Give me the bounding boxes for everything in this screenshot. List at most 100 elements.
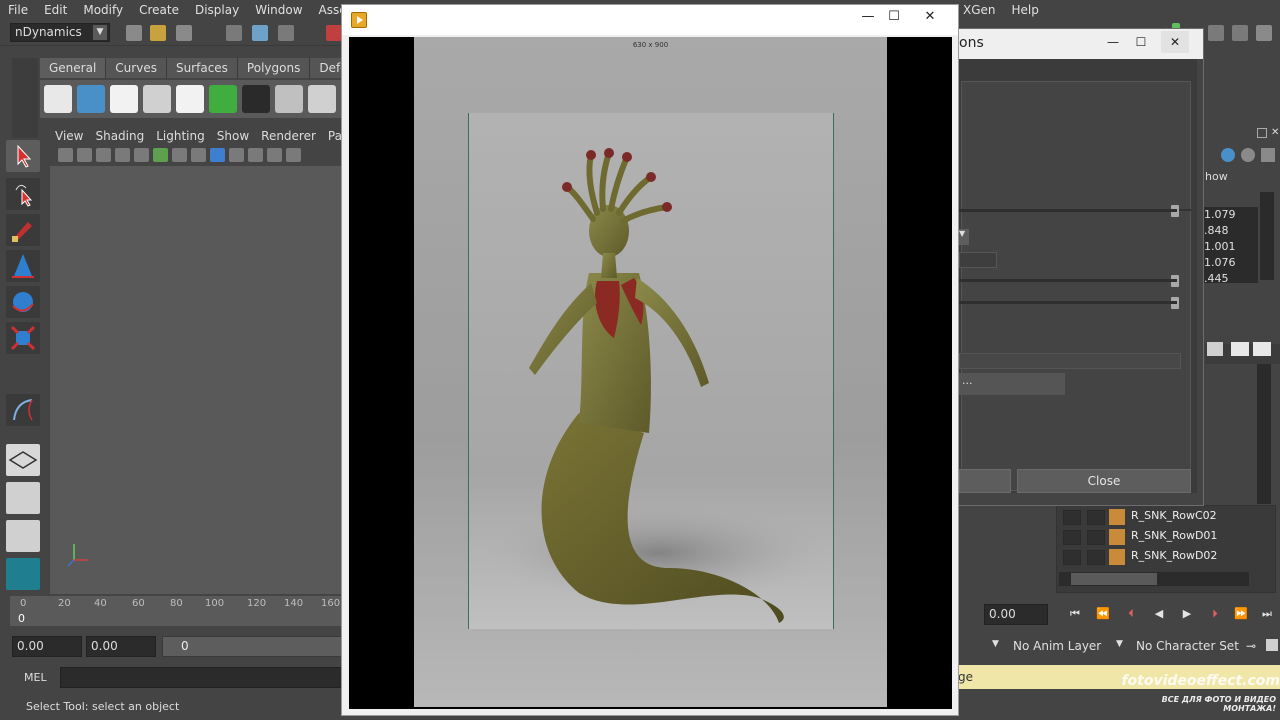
scrollbar-thumb[interactable] <box>1071 573 1157 585</box>
layer-visibility-toggle[interactable] <box>1063 510 1081 525</box>
paint-select-tool-icon[interactable] <box>6 214 40 246</box>
step-forward-key-button[interactable]: ⏩ <box>1232 606 1250 622</box>
character-set-dropdown[interactable]: No Character Set <box>1136 639 1239 653</box>
close-button[interactable]: ✕ <box>914 5 946 29</box>
browse-field[interactable]: ... <box>959 373 1065 395</box>
attr-value[interactable]: 1.001 <box>1200 239 1258 255</box>
preferences-icon[interactable] <box>1266 639 1278 651</box>
snap-grid-icon[interactable] <box>326 25 342 41</box>
image-plane-icon[interactable] <box>115 148 130 162</box>
chevron-down-icon[interactable]: ▼ <box>959 229 969 245</box>
step-back-frame-button[interactable]: ⏴ <box>1122 606 1140 622</box>
menu-create[interactable]: Create <box>131 3 187 17</box>
layer-reference-toggle[interactable] <box>1087 550 1105 565</box>
transform-constraint-icon[interactable] <box>308 85 336 113</box>
maximize-button[interactable]: ☐ <box>878 5 910 29</box>
layer-horizontal-scrollbar[interactable] <box>1059 572 1249 586</box>
list-item[interactable]: R_SNK_RowD02 <box>1061 548 1261 566</box>
shelf-tab-curves[interactable]: Curves <box>106 58 167 78</box>
channel-box-icon[interactable] <box>1256 25 1272 41</box>
render-view-titlebar[interactable]: — ☐ ✕ <box>342 5 958 35</box>
minimize-button[interactable]: — <box>1099 31 1127 53</box>
viewport-menu-shading[interactable]: Shading <box>89 129 150 143</box>
attr-value[interactable]: .848 <box>1200 223 1258 239</box>
select-component-icon[interactable] <box>278 25 294 41</box>
layer-stack-icon[interactable] <box>1207 342 1223 356</box>
ncloth-collider-icon[interactable] <box>77 85 105 113</box>
wireframe-icon[interactable] <box>172 148 187 162</box>
menu-set-dropdown[interactable]: nDynamics ▼ <box>10 23 110 42</box>
shelf-tab-general[interactable]: General <box>40 58 107 78</box>
menu-file[interactable]: File <box>0 3 36 17</box>
play-forwards-button[interactable]: ▶ <box>1178 606 1196 622</box>
select-hierarchy-icon[interactable] <box>226 25 242 41</box>
close-button[interactable]: ✕ <box>1161 31 1189 53</box>
anim-start-field[interactable]: 0.00 <box>86 636 156 657</box>
tool-settings-icon[interactable] <box>1232 25 1248 41</box>
chevron-down-icon[interactable]: ▼ <box>1116 639 1123 649</box>
go-to-end-button[interactable]: ⏭ <box>1258 606 1276 622</box>
layer-visibility-toggle[interactable] <box>1063 550 1081 565</box>
select-object-icon[interactable] <box>252 25 268 41</box>
menu-xgen[interactable]: XGen <box>955 3 1004 17</box>
textured-icon[interactable] <box>210 148 225 162</box>
smooth-shade-icon[interactable] <box>191 148 206 162</box>
shirt-icon[interactable] <box>110 85 138 113</box>
camera-select-icon[interactable] <box>58 148 73 162</box>
curve-tool-icon[interactable] <box>6 394 40 426</box>
attr-value[interactable]: 1.076 <box>1200 255 1258 271</box>
anim-layer-dropdown[interactable]: No Anim Layer <box>1013 639 1101 653</box>
use-lights-icon[interactable] <box>229 148 244 162</box>
options-field[interactable] <box>959 353 1181 369</box>
lasso-tool-icon[interactable] <box>6 178 40 210</box>
step-back-key-button[interactable]: ⏪ <box>1094 606 1112 622</box>
close-panel-icon[interactable]: ✕ <box>1271 128 1280 138</box>
viewport-menu-renderer[interactable]: Renderer <box>255 129 322 143</box>
step-forward-frame-button[interactable]: ⏵ <box>1206 606 1224 622</box>
move-tool-icon[interactable] <box>6 250 40 282</box>
layout-outliner-icon[interactable] <box>6 520 40 552</box>
layer-visibility-toggle[interactable] <box>1063 530 1081 545</box>
range-slider-bar[interactable]: 0 <box>162 636 345 657</box>
ncloth-create-icon[interactable] <box>44 85 72 113</box>
scale-tool-icon[interactable] <box>6 322 40 354</box>
show-menu[interactable]: how <box>1205 170 1228 183</box>
slider-track[interactable] <box>959 301 1177 304</box>
paint-brush-icon[interactable] <box>242 85 270 113</box>
maximize-button[interactable]: ☐ <box>1127 31 1155 53</box>
edit-icon[interactable] <box>1261 148 1275 162</box>
grid-toggle-icon[interactable] <box>134 148 149 162</box>
manip-icon[interactable] <box>1221 148 1235 162</box>
open-scene-icon[interactable] <box>150 25 166 41</box>
new-layer-icon[interactable] <box>1231 342 1249 356</box>
viewport-menu-view[interactable]: View <box>49 129 89 143</box>
menu-edit[interactable]: Edit <box>36 3 75 17</box>
attr-scrollbar[interactable] <box>1260 192 1274 280</box>
menu-modify[interactable]: Modify <box>75 3 131 17</box>
film-gate-icon[interactable] <box>153 148 168 162</box>
slider-track[interactable] <box>959 279 1177 282</box>
shirt-plain-icon[interactable] <box>176 85 204 113</box>
options-field[interactable] <box>959 252 997 268</box>
maya-logo-icon[interactable] <box>6 558 40 590</box>
attr-value[interactable]: .445 <box>1200 271 1258 287</box>
shadows-icon[interactable] <box>248 148 263 162</box>
new-scene-icon[interactable] <box>126 25 142 41</box>
layout-four-icon[interactable] <box>6 482 40 514</box>
layer-scrollbar[interactable] <box>1257 364 1271 504</box>
render-canvas[interactable]: 630 x 900 <box>349 37 952 709</box>
checker-icon[interactable] <box>143 85 171 113</box>
apply-button[interactable] <box>959 469 1011 493</box>
options-close-button[interactable]: Close <box>1017 469 1191 493</box>
layer-reference-toggle[interactable] <box>1087 530 1105 545</box>
mel-label[interactable]: MEL <box>12 669 54 687</box>
layer-color-swatch[interactable] <box>1109 529 1125 545</box>
viewport-menu-show[interactable]: Show <box>211 129 255 143</box>
options-window-titlebar[interactable]: ons — ☐ ✕ <box>959 29 1203 59</box>
chevron-down-icon[interactable]: ▼ <box>992 639 999 649</box>
save-scene-icon[interactable] <box>176 25 192 41</box>
layer-reference-toggle[interactable] <box>1087 510 1105 525</box>
layer-color-swatch[interactable] <box>1109 549 1125 565</box>
select-tool-icon[interactable] <box>6 140 40 172</box>
shelf-tab-polygons[interactable]: Polygons <box>237 58 311 78</box>
